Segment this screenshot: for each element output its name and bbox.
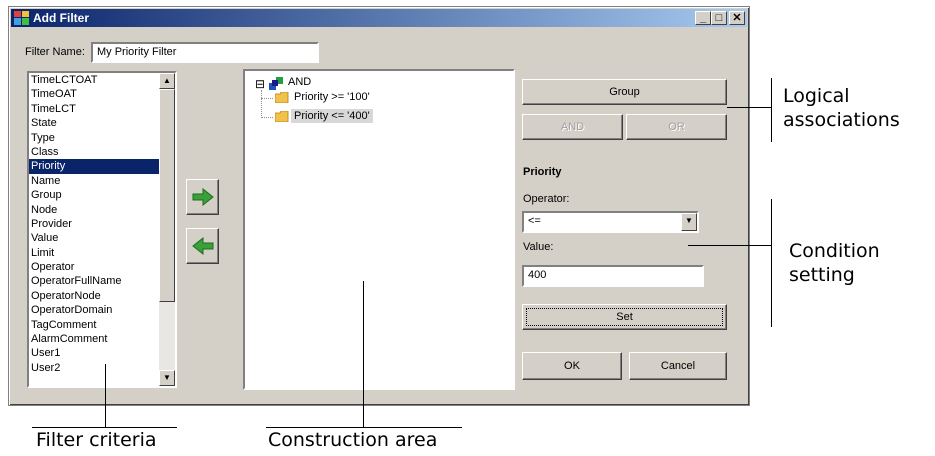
operator-label: Operator:	[523, 193, 570, 205]
add-criteria-button[interactable]	[186, 179, 219, 215]
callout-condition-setting: Condition setting	[789, 240, 880, 286]
remove-criteria-button[interactable]	[186, 228, 219, 264]
filter-name-label: Filter Name:	[25, 46, 85, 58]
close-button[interactable]: ✕	[729, 11, 745, 25]
criteria-item[interactable]: TagComment	[29, 318, 175, 332]
criteria-item[interactable]: Priority	[29, 159, 175, 174]
maximize-button[interactable]: □	[711, 11, 727, 25]
scroll-up-button[interactable]: ▲	[159, 73, 175, 89]
callout-line-condition	[688, 245, 771, 246]
criteria-item[interactable]: Class	[29, 145, 175, 159]
callout-construction-area: Construction area	[268, 429, 438, 451]
filter-name-input[interactable]: My Priority Filter	[91, 42, 319, 63]
criteria-item[interactable]: Type	[29, 131, 175, 145]
value-input[interactable]: 400	[522, 265, 704, 287]
criteria-item[interactable]: Limit	[29, 246, 175, 260]
title-bar[interactable]: Add Filter _ □ ✕	[11, 9, 747, 27]
app-icon	[14, 11, 29, 25]
criteria-item[interactable]: OperatorNode	[29, 289, 175, 303]
criteria-item[interactable]: Group	[29, 188, 175, 202]
folder-icon	[275, 92, 289, 103]
criteria-item[interactable]: TimeLCT	[29, 102, 175, 116]
callout-line-filter	[105, 364, 106, 427]
filter-criteria-list[interactable]: TimeLCTOAT TimeOAT TimeLCT State Type Class Pr…	[27, 71, 177, 388]
arrow-left-icon	[191, 236, 213, 256]
value-label: Value:	[523, 241, 554, 253]
criteria-item[interactable]: Provider	[29, 217, 175, 231]
criteria-scrollbar[interactable]: ▲ ▼	[159, 73, 175, 386]
window-title: Add Filter	[33, 11, 89, 25]
callout-bracket-condition	[771, 199, 772, 327]
criteria-item[interactable]: OperatorDomain	[29, 303, 175, 317]
criteria-item[interactable]: TimeOAT	[29, 87, 175, 101]
callout-logical-associations: Logical associations	[783, 85, 900, 131]
callout-filter-criteria: Filter criteria	[36, 429, 157, 451]
minimize-button[interactable]: _	[695, 11, 711, 25]
criteria-item[interactable]: State	[29, 116, 175, 130]
add-filter-window: Add Filter _ □ ✕ Filter Name: My Priorit…	[8, 6, 750, 406]
or-button[interactable]: OR	[626, 114, 727, 140]
and-button[interactable]: AND	[522, 114, 623, 140]
operator-value: <=	[528, 215, 541, 227]
logic-node-icon	[269, 77, 283, 90]
criteria-item[interactable]: Name	[29, 174, 175, 188]
cancel-button[interactable]: Cancel	[629, 352, 727, 380]
set-button[interactable]: Set	[522, 304, 727, 330]
criteria-item[interactable]: TimeLCTOAT	[29, 73, 175, 87]
callout-bracket-logical	[771, 78, 772, 142]
criteria-items: TimeLCTOAT TimeOAT TimeLCT State Type Class Pr…	[29, 73, 175, 375]
criteria-item[interactable]: AlarmComment	[29, 332, 175, 346]
tree-root-and[interactable]: AND	[288, 76, 311, 88]
tree-condition-priority-min[interactable]: Priority >= '100'	[294, 91, 370, 103]
tree-expander[interactable]: ⊟	[255, 77, 265, 91]
scroll-thumb[interactable]	[159, 89, 175, 302]
criteria-item[interactable]: User1	[29, 346, 175, 360]
scroll-down-button[interactable]: ▼	[159, 370, 175, 386]
tree-condition-priority-max[interactable]: Priority <= '400'	[291, 109, 373, 123]
criteria-item[interactable]: Operator	[29, 260, 175, 274]
arrow-right-icon	[192, 187, 214, 207]
criteria-item[interactable]: Node	[29, 203, 175, 217]
group-button[interactable]: Group	[522, 79, 727, 105]
criteria-item[interactable]: OperatorFullName	[29, 274, 175, 288]
ok-button[interactable]: OK	[522, 352, 622, 380]
criteria-item[interactable]: User2	[29, 361, 175, 375]
folder-icon	[275, 111, 289, 122]
operator-select[interactable]: <= ▼	[522, 211, 699, 233]
callout-line-logical	[727, 107, 771, 108]
construction-area-tree[interactable]: ⊟ AND Priority >= '100' Priority <= '400…	[243, 69, 515, 390]
chevron-down-icon[interactable]: ▼	[681, 213, 697, 231]
criteria-item[interactable]: Value	[29, 231, 175, 245]
callout-line-construction	[363, 281, 364, 427]
condition-heading: Priority	[523, 166, 562, 178]
